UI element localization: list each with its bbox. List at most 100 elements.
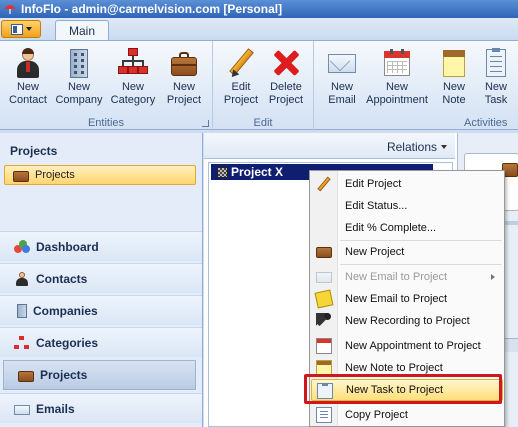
building-icon bbox=[17, 303, 27, 318]
title-bar: InfoFlo - admin@carmelvision.com [Person… bbox=[0, 0, 518, 18]
ribbon: New Contact New Company New Category New… bbox=[0, 40, 518, 131]
menu-item-new-project[interactable]: New Project bbox=[311, 241, 503, 263]
edit-project-label: Edit Project bbox=[223, 81, 259, 106]
relations-dropdown[interactable]: Relations bbox=[387, 140, 447, 154]
nav-button-categories[interactable]: Categories bbox=[0, 327, 202, 357]
chevron-down-icon bbox=[441, 145, 447, 149]
building-icon bbox=[63, 47, 95, 79]
briefcase-icon bbox=[18, 371, 34, 382]
hierarchy-icon bbox=[14, 335, 30, 350]
new-email-label: New Email bbox=[328, 81, 356, 106]
ribbon-group-entities: New Contact New Company New Category New… bbox=[0, 41, 213, 131]
menu-item-label: New Email to Project bbox=[345, 293, 448, 305]
application-menu-button[interactable] bbox=[1, 20, 41, 38]
calendar-icon bbox=[316, 338, 332, 354]
new-task-button[interactable]: New Task bbox=[472, 47, 518, 107]
ribbon-group-activities: New Email New Appointment New Note New T… bbox=[314, 41, 518, 131]
menu-item-label: Edit Status... bbox=[345, 200, 408, 212]
nav-button-label: Dashboard bbox=[36, 239, 99, 254]
menu-item-edit-project[interactable]: Edit Project bbox=[311, 173, 503, 195]
hierarchy-icon bbox=[117, 47, 149, 79]
menu-item-new-email[interactable]: New Email to Project bbox=[311, 288, 503, 310]
menu-item-label: Copy Project bbox=[345, 409, 408, 421]
task-clipboard-icon bbox=[480, 47, 512, 79]
nav-button-label: Contacts bbox=[36, 271, 88, 286]
project-name: Project X bbox=[231, 165, 284, 179]
ribbon-tab-row: Main bbox=[0, 18, 518, 42]
briefcase-icon bbox=[168, 47, 200, 79]
navigation-pane: Projects Projects Dashboard Contacts Com… bbox=[0, 133, 203, 427]
new-contact-button[interactable]: New Contact bbox=[3, 47, 53, 107]
nav-button-projects[interactable]: Projects bbox=[3, 360, 196, 390]
pencil-icon bbox=[317, 176, 331, 192]
new-email-button[interactable]: New Email bbox=[317, 47, 367, 107]
delete-project-button[interactable]: Delete Project bbox=[261, 47, 311, 107]
chevron-down-icon bbox=[25, 27, 32, 31]
edit-project-button[interactable]: Edit Project bbox=[216, 47, 266, 107]
nav-header: Projects bbox=[10, 144, 58, 158]
window-title: InfoFlo - admin@carmelvision.com [Person… bbox=[21, 2, 283, 16]
menu-item-new-recording[interactable]: New Recording to Project bbox=[311, 310, 503, 332]
menu-item-label: New Appointment to Project bbox=[345, 340, 481, 352]
envelope-icon bbox=[316, 272, 332, 283]
menu-item-label: Edit Project bbox=[345, 178, 402, 190]
annotation-highlight-box bbox=[304, 374, 502, 404]
new-project-label: New Project bbox=[166, 81, 202, 106]
menu-item-new-email-submenu: New Email to Project bbox=[311, 266, 503, 288]
tab-main[interactable]: Main bbox=[55, 20, 109, 42]
nav-tree-item-label: Projects bbox=[35, 169, 75, 181]
new-note-label: New Note bbox=[442, 81, 466, 106]
nav-button-emails[interactable]: Emails bbox=[0, 393, 202, 423]
briefcase-icon bbox=[13, 171, 29, 182]
new-category-label: New Category bbox=[110, 81, 156, 106]
new-company-button[interactable]: New Company bbox=[54, 47, 104, 107]
menu-item-label: New Recording to Project bbox=[345, 315, 470, 327]
person-icon bbox=[12, 47, 44, 79]
submenu-arrow-icon bbox=[491, 274, 495, 280]
group-title-activities: Activities bbox=[464, 117, 508, 129]
nav-tree-item-projects[interactable]: Projects bbox=[4, 165, 196, 185]
nav-button-label: Projects bbox=[40, 368, 88, 382]
infoflo-umbrella-icon bbox=[4, 5, 16, 14]
pencil-icon bbox=[225, 47, 257, 80]
delete-project-label: Delete Project bbox=[268, 81, 304, 106]
ribbon-group-edit: Edit Project Delete Project Edit bbox=[213, 41, 314, 131]
menu-item-edit-percent-complete[interactable]: Edit % Complete... bbox=[311, 217, 503, 239]
new-appointment-label: New Appointment bbox=[366, 81, 428, 106]
dashboard-icon bbox=[14, 239, 30, 254]
note-pad-icon bbox=[438, 47, 470, 79]
person-icon bbox=[14, 271, 30, 286]
calendar-icon bbox=[381, 47, 413, 79]
menu-item-copy-project[interactable]: Copy Project bbox=[311, 404, 503, 426]
microphone-icon bbox=[316, 313, 332, 329]
relations-label: Relations bbox=[386, 140, 437, 154]
nav-button-contacts[interactable]: Contacts bbox=[0, 263, 202, 293]
status-checker-icon bbox=[217, 166, 228, 178]
menu-separator bbox=[340, 264, 502, 265]
relations-toolbar: Relations bbox=[204, 133, 455, 159]
new-project-button[interactable]: New Project bbox=[159, 47, 209, 107]
delete-x-icon bbox=[270, 47, 302, 79]
group-title-edit: Edit bbox=[253, 117, 273, 129]
briefcase-icon bbox=[316, 247, 332, 258]
nav-button-dashboard[interactable]: Dashboard bbox=[0, 231, 202, 261]
envelope-icon bbox=[14, 404, 30, 415]
dialog-launcher-icon[interactable] bbox=[202, 120, 209, 127]
new-category-button[interactable]: New Category bbox=[108, 47, 158, 107]
nav-button-label: Categories bbox=[36, 335, 99, 350]
menu-item-edit-status[interactable]: Edit Status... bbox=[311, 195, 503, 217]
group-title-entities: Entities bbox=[87, 117, 125, 129]
nav-button-companies[interactable]: Companies bbox=[0, 295, 202, 325]
nav-button-label: Emails bbox=[36, 401, 75, 416]
sticky-note-icon bbox=[314, 289, 334, 309]
new-task-label: New Task bbox=[484, 81, 508, 106]
menu-item-label: New Note to Project bbox=[345, 362, 443, 374]
menu-item-label: New Project bbox=[345, 246, 405, 258]
envelope-icon bbox=[326, 47, 358, 79]
menu-item-new-appointment[interactable]: New Appointment to Project bbox=[311, 335, 503, 357]
new-appointment-button[interactable]: New Appointment bbox=[364, 47, 430, 107]
app-menu-icon bbox=[10, 23, 23, 35]
menu-item-label: New Email to Project bbox=[345, 271, 448, 283]
nav-button-label: Companies bbox=[33, 303, 98, 318]
new-company-label: New Company bbox=[55, 81, 103, 106]
